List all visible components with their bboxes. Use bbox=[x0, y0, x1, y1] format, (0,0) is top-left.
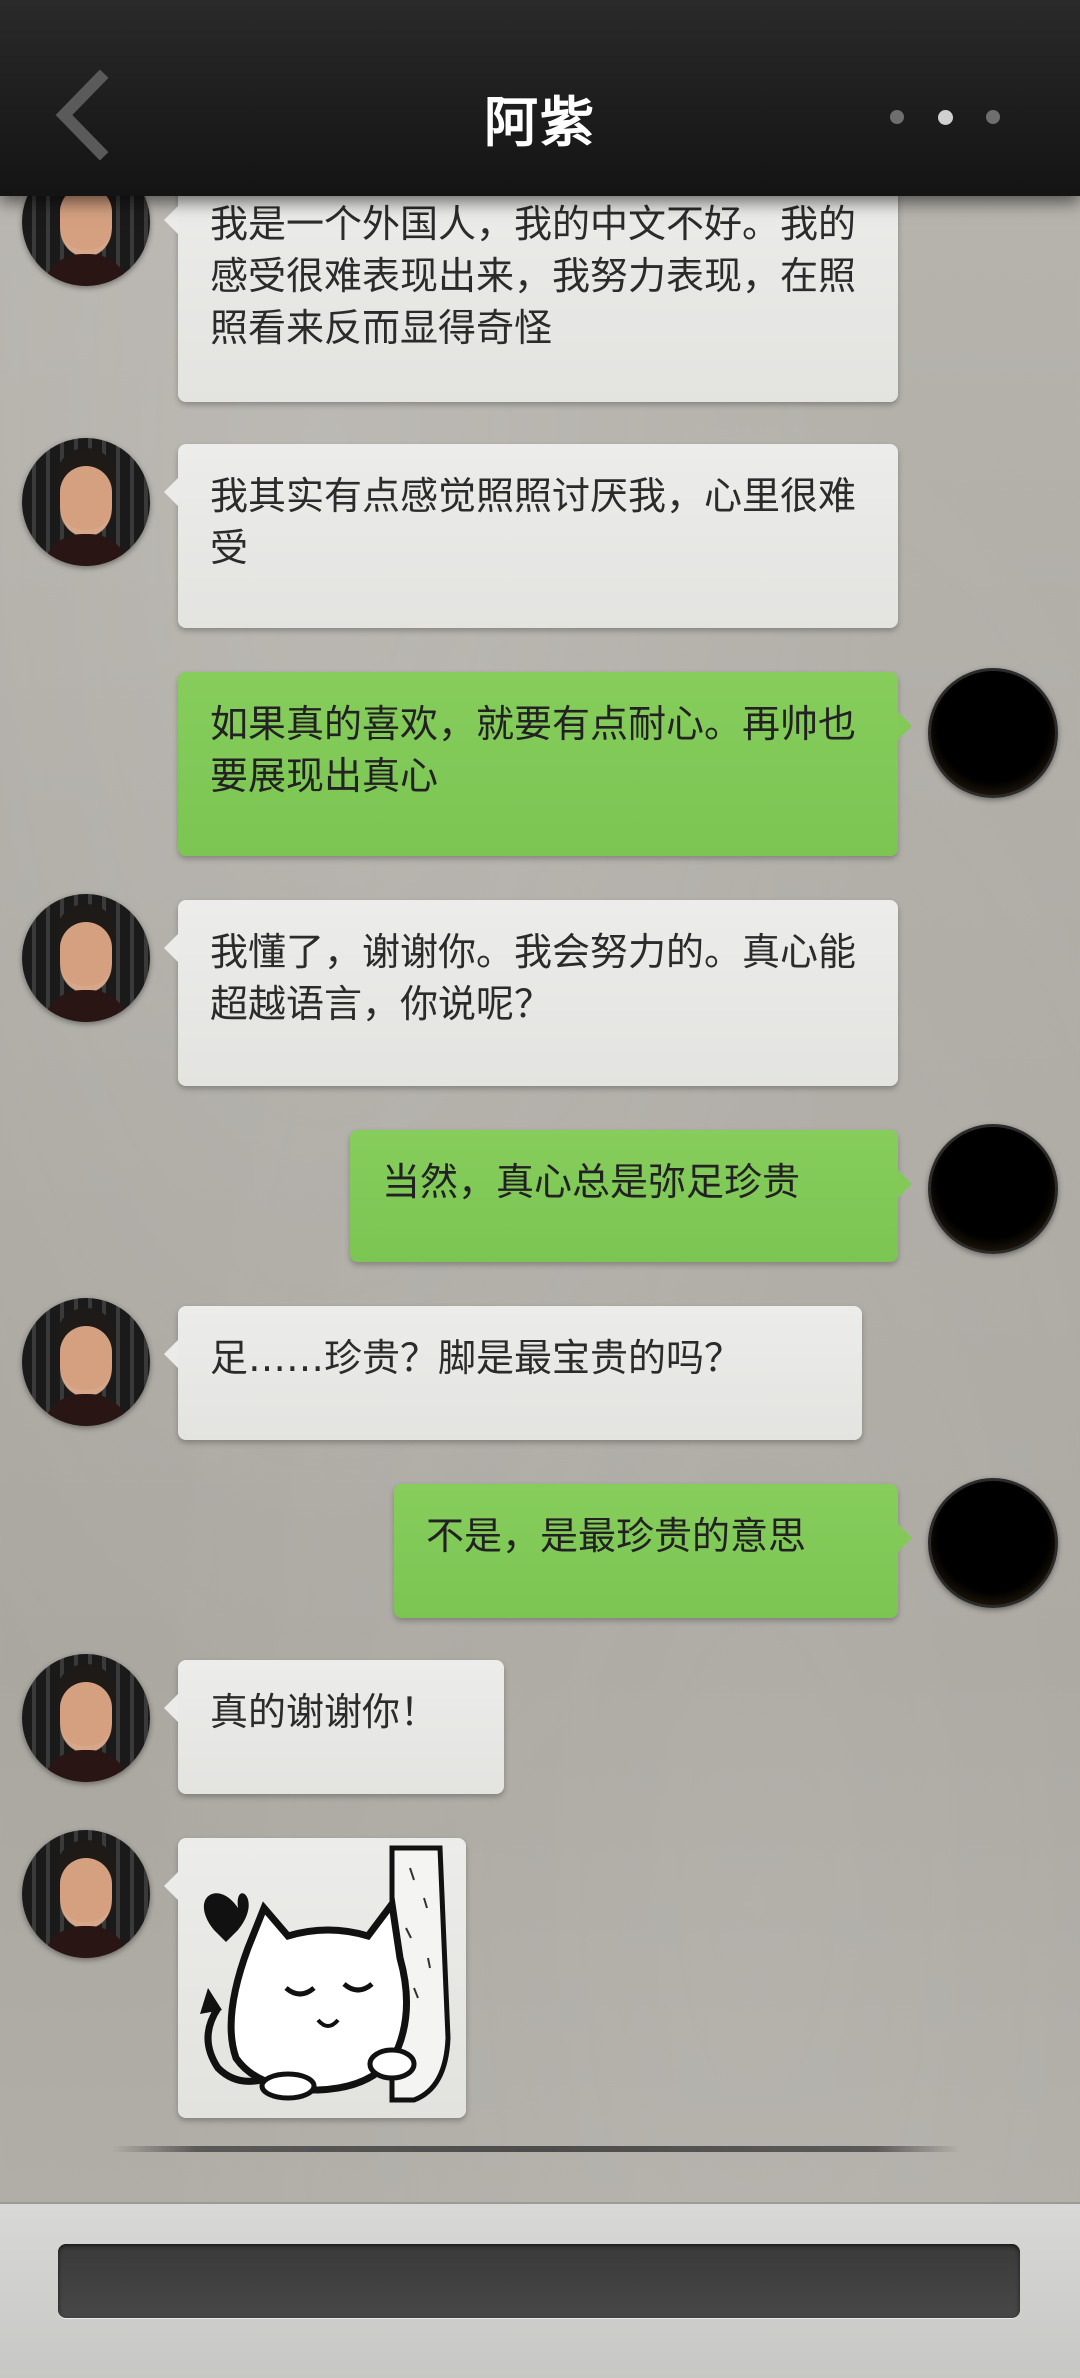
more-dots-icon bbox=[937, 109, 953, 125]
top-bar: 阿紫 bbox=[0, 0, 1080, 196]
user-avatar[interactable] bbox=[928, 668, 1058, 798]
message-bubble-received: 真的谢谢你！ bbox=[164, 1660, 504, 1794]
message-bubble-received: 我懂了，谢谢你。我会努力的。真心能超越语言，你说呢？ bbox=[164, 900, 898, 1086]
more-options-button[interactable] bbox=[890, 100, 1000, 134]
more-dots-icon bbox=[890, 110, 904, 124]
more-dots-icon bbox=[986, 110, 1000, 124]
divider bbox=[112, 2146, 960, 2152]
user-avatar[interactable] bbox=[928, 1478, 1058, 1608]
cat-hugging-leg-sticker bbox=[200, 1845, 451, 2103]
contact-avatar[interactable] bbox=[22, 438, 150, 566]
user-avatar[interactable] bbox=[928, 1124, 1058, 1254]
contact-avatar[interactable] bbox=[22, 1298, 150, 1426]
message-input[interactable] bbox=[58, 2244, 1020, 2318]
contact-avatar[interactable] bbox=[22, 1830, 150, 1958]
message-bubble-received: 足……珍贵？脚是最宝贵的吗？ bbox=[164, 1306, 862, 1440]
message-bubble-received: 我是一个外国人，我的中文不好。我的感受很难表现出来，我努力表现，在照照看来反而显… bbox=[164, 172, 898, 402]
contact-avatar[interactable] bbox=[22, 894, 150, 1022]
message-bubble-sent: 当然，真心总是弥足珍贵 bbox=[350, 1130, 912, 1262]
message-bubble-received: 我其实有点感觉照照讨厌我，心里很难受 bbox=[164, 444, 898, 628]
message-bubble-sent: 不是，是最珍贵的意思 bbox=[394, 1484, 912, 1618]
message-bubble-sent: 如果真的喜欢，就要有点耐心。再帅也要展现出真心 bbox=[178, 672, 912, 856]
sticker-message[interactable] bbox=[164, 1838, 466, 2118]
contact-avatar[interactable] bbox=[22, 1654, 150, 1782]
bottom-input-bar bbox=[0, 2202, 1080, 2378]
